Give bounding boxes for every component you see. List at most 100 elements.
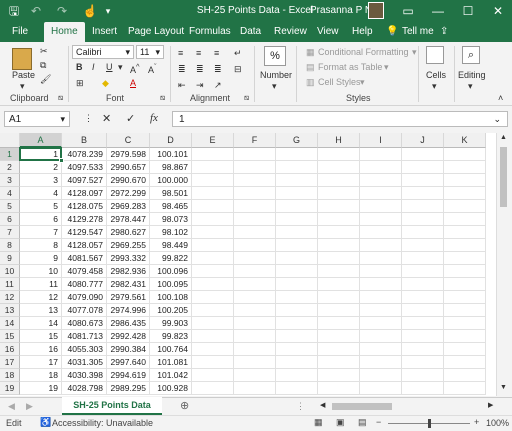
- zoom-out-icon[interactable]: −: [376, 417, 381, 427]
- table-cell[interactable]: [360, 278, 402, 291]
- table-cell[interactable]: [444, 317, 486, 330]
- table-cell[interactable]: [444, 213, 486, 226]
- row-header[interactable]: 11: [0, 278, 20, 291]
- table-cell[interactable]: [192, 148, 234, 161]
- table-cell[interactable]: [360, 187, 402, 200]
- scroll-down-icon[interactable]: ▼: [500, 384, 507, 391]
- conditional-formatting-button[interactable]: Conditional Formatting: [318, 47, 409, 57]
- table-cell[interactable]: [444, 291, 486, 304]
- cells-icon[interactable]: [426, 46, 444, 64]
- table-cell[interactable]: [192, 382, 234, 395]
- table-cell[interactable]: [402, 382, 444, 395]
- table-cell[interactable]: [234, 226, 276, 239]
- table-cell[interactable]: 4097.527: [62, 174, 107, 187]
- tab-insert[interactable]: Insert: [92, 26, 117, 37]
- format-painter-icon[interactable]: 🖌: [40, 74, 51, 85]
- table-cell[interactable]: [234, 239, 276, 252]
- table-cell[interactable]: [318, 265, 360, 278]
- table-cell[interactable]: [276, 226, 318, 239]
- table-cell[interactable]: [234, 317, 276, 330]
- redo-icon[interactable]: ↷: [54, 3, 70, 19]
- table-cell[interactable]: [234, 174, 276, 187]
- table-cell[interactable]: 99.903: [150, 317, 192, 330]
- table-cell[interactable]: [234, 252, 276, 265]
- table-cell[interactable]: 19: [20, 382, 62, 395]
- table-cell[interactable]: 99.823: [150, 330, 192, 343]
- table-cell[interactable]: [444, 200, 486, 213]
- table-cell[interactable]: 98.867: [150, 161, 192, 174]
- table-cell[interactable]: [360, 356, 402, 369]
- table-cell[interactable]: [276, 252, 318, 265]
- middle-align-icon[interactable]: ≡: [196, 48, 201, 58]
- table-cell[interactable]: [360, 304, 402, 317]
- zoom-slider-thumb[interactable]: [428, 419, 431, 428]
- chevron-down-icon[interactable]: ▾: [272, 81, 277, 92]
- row-header[interactable]: 16: [0, 343, 20, 356]
- table-cell[interactable]: [234, 278, 276, 291]
- table-cell[interactable]: 14: [20, 317, 62, 330]
- table-cell[interactable]: [234, 161, 276, 174]
- fill-handle[interactable]: [59, 158, 64, 163]
- table-cell[interactable]: 2992.428: [107, 330, 150, 343]
- table-cell[interactable]: 2974.996: [107, 304, 150, 317]
- avatar[interactable]: [368, 2, 384, 19]
- table-cell[interactable]: 17: [20, 356, 62, 369]
- font-launcher-icon[interactable]: ⧅: [160, 93, 165, 103]
- table-cell[interactable]: [402, 161, 444, 174]
- number-format-button[interactable]: %: [264, 46, 286, 66]
- bottom-align-icon[interactable]: ≡: [214, 48, 219, 58]
- top-align-icon[interactable]: ≡: [178, 48, 183, 58]
- table-cell[interactable]: 4079.090: [62, 291, 107, 304]
- row-header[interactable]: 12: [0, 291, 20, 304]
- tab-file[interactable]: File: [12, 26, 28, 37]
- table-cell[interactable]: 98.073: [150, 213, 192, 226]
- column-header[interactable]: G: [276, 133, 318, 148]
- column-header[interactable]: H: [318, 133, 360, 148]
- collapse-ribbon-icon[interactable]: ˄: [498, 93, 503, 103]
- table-cell[interactable]: [360, 265, 402, 278]
- table-cell[interactable]: [276, 239, 318, 252]
- cut-icon[interactable]: ✂: [40, 46, 48, 57]
- table-cell[interactable]: [360, 200, 402, 213]
- ribbon-display-icon[interactable]: ▭: [400, 3, 416, 19]
- table-cell[interactable]: [234, 330, 276, 343]
- table-cell[interactable]: [234, 265, 276, 278]
- table-cell[interactable]: [234, 343, 276, 356]
- row-header[interactable]: 15: [0, 330, 20, 343]
- alignment-launcher-icon[interactable]: ⧅: [244, 93, 249, 103]
- row-header[interactable]: 2: [0, 161, 20, 174]
- table-cell[interactable]: [234, 369, 276, 382]
- table-cell[interactable]: 8: [20, 239, 62, 252]
- table-cell[interactable]: 4081.713: [62, 330, 107, 343]
- table-cell[interactable]: [444, 187, 486, 200]
- tell-me-box[interactable]: Tell me: [402, 26, 434, 37]
- close-button[interactable]: ✕: [490, 3, 506, 19]
- row-header[interactable]: 18: [0, 369, 20, 382]
- row-header[interactable]: 19: [0, 382, 20, 395]
- column-header[interactable]: K: [444, 133, 486, 148]
- table-cell[interactable]: [192, 278, 234, 291]
- table-cell[interactable]: 2969.255: [107, 239, 150, 252]
- tab-home[interactable]: Home: [44, 22, 85, 42]
- table-cell[interactable]: 98.465: [150, 200, 192, 213]
- row-header[interactable]: 10: [0, 265, 20, 278]
- table-cell[interactable]: 3: [20, 174, 62, 187]
- scroll-up-icon[interactable]: ▲: [500, 134, 507, 141]
- table-cell[interactable]: [318, 304, 360, 317]
- font-name-select[interactable]: Calibri ▾: [72, 45, 134, 59]
- align-right-icon[interactable]: ≣: [214, 64, 222, 75]
- add-sheet-icon[interactable]: ⊕: [180, 399, 189, 412]
- copy-icon[interactable]: ⧉: [40, 60, 46, 71]
- borders-icon[interactable]: ⊞: [76, 78, 84, 89]
- table-cell[interactable]: [402, 265, 444, 278]
- table-cell[interactable]: [360, 161, 402, 174]
- table-cell[interactable]: 2990.384: [107, 343, 150, 356]
- tab-formulas[interactable]: Formulas: [189, 26, 231, 37]
- row-header[interactable]: 8: [0, 239, 20, 252]
- row-header[interactable]: 9: [0, 252, 20, 265]
- chevron-down-icon[interactable]: ▾: [432, 81, 437, 92]
- table-cell[interactable]: [192, 213, 234, 226]
- table-cell[interactable]: [318, 187, 360, 200]
- table-cell[interactable]: [234, 213, 276, 226]
- table-cell[interactable]: 98.501: [150, 187, 192, 200]
